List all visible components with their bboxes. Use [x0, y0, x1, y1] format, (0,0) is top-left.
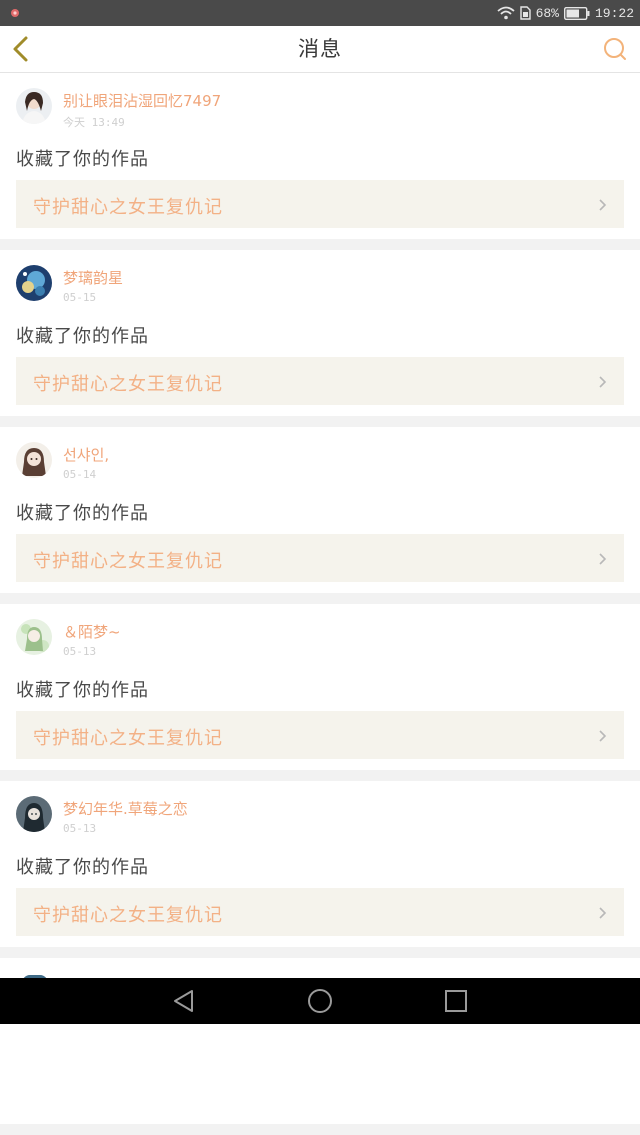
timestamp: 05-13 [63, 645, 97, 658]
status-time: 19:22 [594, 5, 634, 21]
chevron-right-icon [598, 905, 608, 919]
chevron-right-icon [598, 197, 608, 211]
action-text: 收藏了你的作品 [16, 503, 149, 524]
message-card: ＆陌梦~ 05-13 收藏了你的作品 守护甜心之女王复仇记 [0, 604, 640, 770]
timestamp: 05-13 [63, 822, 97, 835]
notification-app-icon [10, 8, 20, 18]
avatar[interactable] [16, 88, 52, 124]
sim-icon [519, 6, 531, 20]
username[interactable]: 梦幻年华.草莓之恋 [63, 798, 188, 819]
battery-percent: 68% [535, 5, 559, 21]
username[interactable]: ＆陌梦~ [63, 621, 121, 642]
timestamp: 今天 13:49 [63, 116, 125, 129]
message-feed: 别让眼泪沾湿回忆7497 今天 13:49 收藏了你的作品 守护甜心之女王复仇记… [0, 73, 640, 1135]
home-circle-icon[interactable] [306, 988, 334, 1014]
work-title: 守护甜心之女王复仇记 [33, 728, 223, 749]
back-triangle-icon[interactable] [170, 988, 198, 1014]
work-title: 守护甜心之女王复仇记 [33, 905, 223, 926]
battery-icon [563, 6, 590, 20]
message-card: 梦璃韵星 05-15 收藏了你的作品 守护甜心之女王复仇记 [0, 250, 640, 416]
timestamp: 05-15 [63, 291, 97, 304]
avatar[interactable] [16, 796, 52, 832]
chevron-right-icon [598, 728, 608, 742]
work-link[interactable]: 守护甜心之女王复仇记 [16, 711, 624, 759]
chevron-right-icon [598, 374, 608, 388]
message-card: 别让眼泪沾湿回忆7497 今天 13:49 收藏了你的作品 守护甜心之女王复仇记 [0, 73, 640, 239]
action-text: 收藏了你的作品 [16, 680, 149, 701]
avatar[interactable] [16, 619, 52, 655]
avatar[interactable] [16, 442, 52, 478]
wifi-icon [496, 6, 515, 20]
avatar[interactable] [16, 265, 52, 301]
app-header: 消息 [0, 26, 640, 73]
work-title: 守护甜心之女王复仇记 [33, 374, 223, 395]
message-card: 梦幻年华.草莓之恋 05-13 收藏了你的作品 守护甜心之女王复仇记 [0, 781, 640, 947]
work-link[interactable]: 守护甜心之女王复仇记 [16, 357, 624, 405]
username[interactable]: 别让眼泪沾湿回忆7497 [63, 90, 221, 111]
chevron-right-icon [598, 551, 608, 565]
system-nav-bar [0, 978, 640, 1024]
work-title: 守护甜心之女王复仇记 [33, 551, 223, 572]
username[interactable]: 梦璃韵星 [63, 267, 123, 288]
action-text: 收藏了你的作品 [16, 326, 149, 347]
action-text: 收藏了你的作品 [16, 149, 149, 170]
status-bar: 68% 19:22 [0, 0, 640, 26]
timestamp: 05-14 [63, 468, 97, 481]
work-link[interactable]: 守护甜心之女王复仇记 [16, 180, 624, 228]
page-title: 消息 [298, 37, 342, 61]
recents-square-icon[interactable] [442, 988, 470, 1014]
search-icon[interactable] [602, 36, 628, 62]
work-link[interactable]: 守护甜心之女王复仇记 [16, 534, 624, 582]
work-link[interactable]: 守护甜心之女王复仇记 [16, 888, 624, 936]
message-card: 선샤인, 05-14 收藏了你的作品 守护甜心之女王复仇记 [0, 427, 640, 593]
username[interactable]: 선샤인, [63, 444, 109, 465]
work-title: 守护甜心之女王复仇记 [33, 197, 223, 218]
action-text: 收藏了你的作品 [16, 857, 149, 878]
